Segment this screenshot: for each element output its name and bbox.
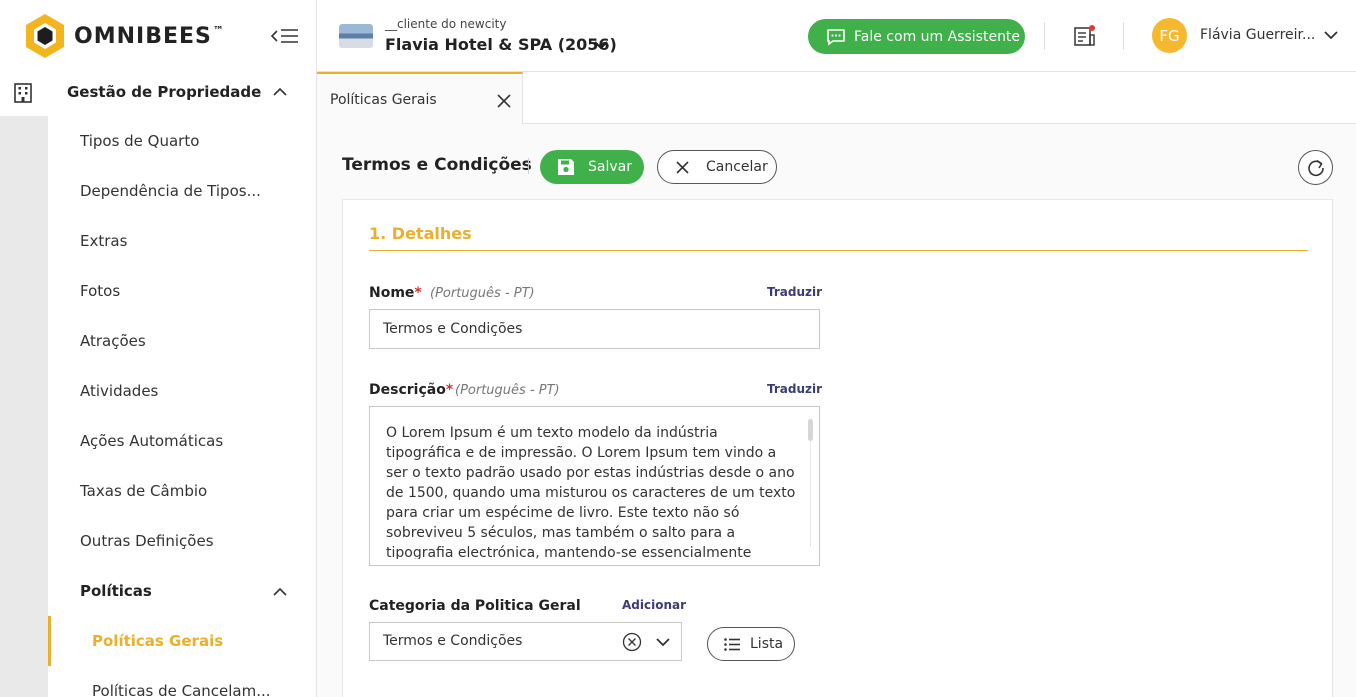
category-select[interactable]: Termos e Condições [369, 622, 682, 661]
list-button[interactable]: Lista [707, 627, 795, 661]
divider [1123, 22, 1124, 50]
sidebar-section-property-management[interactable]: Gestão de Propriedade [0, 72, 316, 116]
clear-icon[interactable] [622, 632, 642, 652]
chevron-up-icon[interactable] [273, 87, 287, 97]
chevron-down-icon[interactable] [1324, 30, 1338, 40]
name-input-value: Termos e Condições [383, 321, 523, 337]
chat-icon [827, 29, 845, 46]
hotel-selector[interactable]: Flavia Hotel & SPA (2056) [385, 35, 617, 54]
sidebar-item-general-policies[interactable]: Políticas Gerais [92, 632, 223, 650]
description-translate-link[interactable]: Traduzir [767, 382, 822, 396]
description-text: O Lorem Ipsum é um texto modelo da indús… [386, 425, 796, 559]
sidebar-item-automatic-actions[interactable]: Ações Automáticas [80, 432, 223, 450]
avatar[interactable]: FG [1152, 18, 1187, 53]
sidebar-item-room-types[interactable]: Tipos de Quarto [80, 132, 199, 150]
omnibees-logo-icon [26, 14, 64, 58]
page-title: Termos e Condições [342, 155, 532, 175]
divider [1044, 22, 1045, 50]
close-icon [676, 161, 689, 174]
cancel-button[interactable]: Cancelar [657, 150, 777, 184]
name-input[interactable]: Termos e Condições [369, 309, 820, 349]
sidebar-item-photos[interactable]: Fotos [80, 282, 120, 300]
category-field-label: Categoria da Politica Geral [369, 598, 581, 614]
sidebar-item-other-settings[interactable]: Outras Definições [80, 532, 214, 550]
sidebar-indent-gutter [0, 116, 48, 697]
brand-name: OMNIBEES™ [74, 23, 225, 49]
sidebar-item-activities[interactable]: Atividades [80, 382, 158, 400]
section-heading: 1. Detalhes [369, 224, 472, 243]
form-card: 1. Detalhes Nome* (Português - PT) Tradu… [342, 199, 1333, 697]
save-button[interactable]: Salvar [540, 150, 644, 184]
hotel-thumbnail [339, 24, 373, 48]
sidebar-item-exchange-rates[interactable]: Taxas de Câmbio [80, 482, 207, 500]
name-translate-link[interactable]: Traduzir [767, 285, 822, 299]
top-header: __cliente do newcity Flavia Hotel & SPA … [317, 0, 1356, 72]
sidebar-item-cancellation-policies[interactable]: Políticas de Cancelam... [92, 682, 271, 697]
sidebar-item-attractions[interactable]: Atrações [80, 332, 146, 350]
active-indicator [48, 616, 51, 666]
sidebar-item-extras[interactable]: Extras [80, 232, 127, 250]
description-language-label: (Português - PT) [455, 383, 560, 398]
collapse-menu-icon[interactable] [270, 26, 300, 46]
talk-to-assistant-button[interactable]: Fale com um Assistente [808, 19, 1025, 54]
scrollbar-thumb[interactable] [808, 419, 813, 441]
name-field-label: Nome* [369, 285, 422, 301]
sidebar: OMNIBEES™ Gestão de Propriedade Tipos de… [0, 0, 317, 697]
sidebar-item-type-dependency[interactable]: Dependência de Tipos... [80, 182, 261, 200]
user-name[interactable]: Flávia Guerreir... [1200, 27, 1315, 43]
tab-bar: Políticas Gerais [317, 72, 1356, 124]
close-icon[interactable] [497, 94, 511, 108]
list-button-label: Lista [750, 636, 784, 652]
cancel-button-label: Cancelar [706, 159, 768, 175]
save-button-label: Salvar [588, 159, 632, 175]
category-add-link[interactable]: Adicionar [622, 598, 686, 612]
description-field-label: Descrição* [369, 382, 454, 398]
tab-general-policies[interactable]: Políticas Gerais [317, 72, 523, 124]
refresh-button[interactable] [1298, 150, 1333, 185]
building-icon [14, 83, 32, 103]
description-textarea[interactable]: O Lorem Ipsum é um texto modelo da indús… [369, 406, 820, 566]
section-divider [369, 250, 1308, 251]
list-icon [724, 638, 740, 651]
floppy-disk-icon [558, 159, 574, 175]
chevron-up-icon[interactable] [273, 587, 287, 597]
logo[interactable]: OMNIBEES™ [0, 0, 316, 72]
tab-label: Políticas Gerais [330, 92, 437, 108]
name-language-label: (Português - PT) [430, 286, 535, 301]
divider [528, 158, 529, 174]
notifications-icon[interactable] [1073, 24, 1097, 48]
category-select-value: Termos e Condições [383, 633, 523, 649]
sidebar-item-policies[interactable]: Políticas [80, 582, 152, 600]
chevron-down-icon[interactable] [656, 637, 670, 647]
refresh-icon [1308, 159, 1324, 177]
hotel-client-label: __cliente do newcity [385, 17, 507, 31]
assistant-button-label: Fale com um Assistente [854, 28, 1021, 45]
sidebar-section-label: Gestão de Propriedade [67, 83, 262, 101]
chevron-down-icon[interactable] [594, 40, 608, 50]
